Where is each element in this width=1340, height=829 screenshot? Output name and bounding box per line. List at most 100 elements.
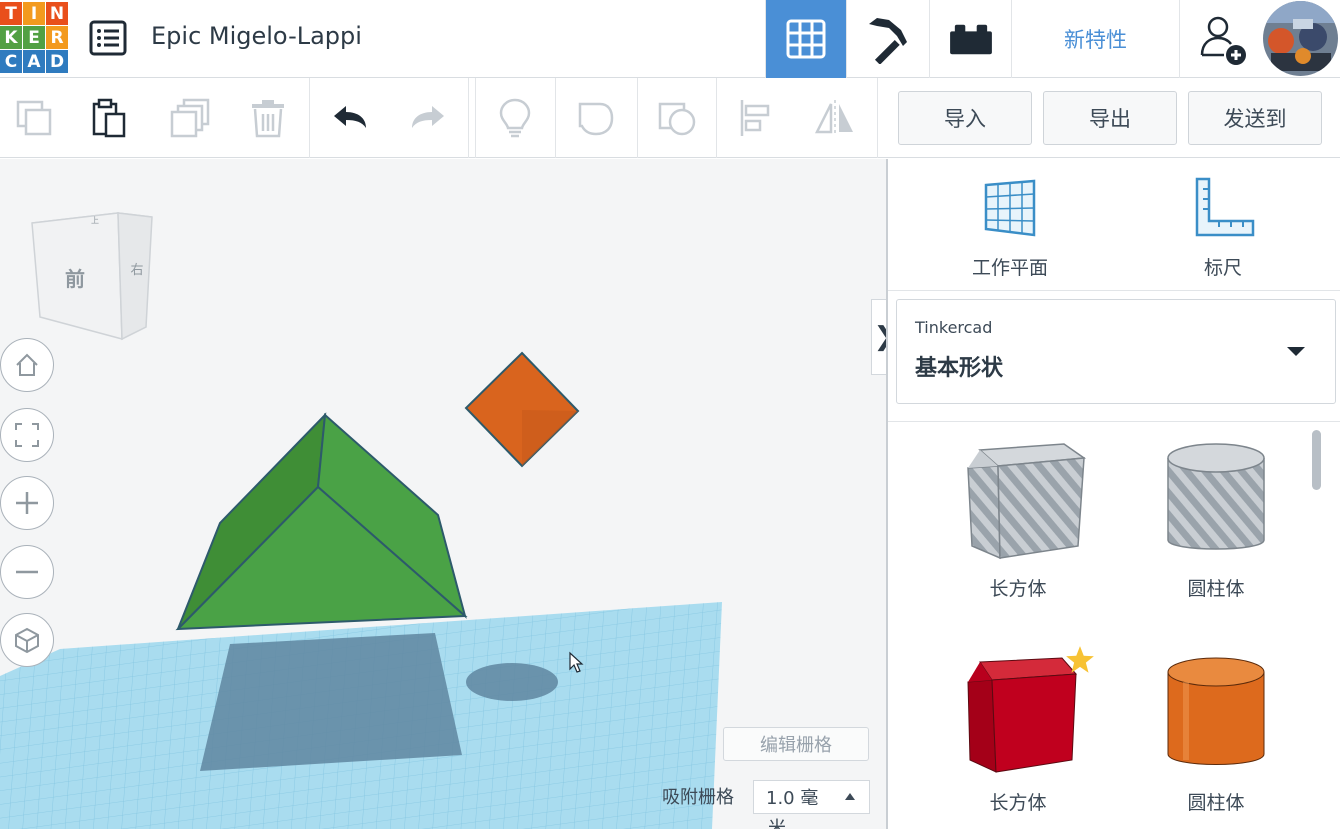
show-all-button[interactable] bbox=[485, 88, 545, 148]
view-cube-front-label: 前 bbox=[65, 267, 85, 291]
toolbar-separator bbox=[468, 78, 469, 158]
tab-bricks[interactable] bbox=[929, 0, 1011, 78]
export-button[interactable]: 导出 bbox=[1043, 91, 1177, 145]
toolbar-separator bbox=[475, 78, 476, 158]
chevron-down-icon bbox=[1287, 347, 1305, 356]
add-user-icon bbox=[1200, 16, 1246, 65]
copy-icon bbox=[16, 100, 52, 136]
toolbar-separator bbox=[716, 78, 717, 158]
shapes-scrollbar[interactable] bbox=[1312, 430, 1321, 490]
redo-button[interactable] bbox=[398, 88, 458, 148]
design-list-button[interactable] bbox=[88, 18, 128, 58]
view-cube-top-label: 上 bbox=[91, 216, 99, 225]
list-icon bbox=[89, 20, 127, 56]
delete-button[interactable] bbox=[238, 88, 298, 148]
align-icon bbox=[740, 100, 770, 136]
whats-new-button[interactable]: 新特性 bbox=[1011, 0, 1179, 78]
align-button[interactable] bbox=[726, 88, 786, 148]
logo-letter: R bbox=[46, 26, 68, 49]
logo-letter: K bbox=[0, 26, 22, 49]
tab-3d-design[interactable] bbox=[765, 0, 846, 78]
snap-grid-value: 1.0 毫 bbox=[766, 788, 819, 809]
duplicate-button[interactable] bbox=[160, 88, 220, 148]
shape-box-hole[interactable]: 长方体 bbox=[938, 428, 1098, 618]
workplane-label: 工作平面 bbox=[971, 257, 1048, 279]
panel-tools: 工作平面 标尺 bbox=[888, 159, 1340, 291]
toolbar-separator bbox=[637, 78, 638, 158]
edit-toolbar: 导入 导出 发送到 bbox=[0, 78, 1340, 158]
undo-icon bbox=[334, 106, 366, 128]
trash-icon bbox=[252, 100, 284, 138]
shape-cylinder-hole[interactable]: 圆柱体 bbox=[1136, 428, 1296, 618]
snap-grid-select[interactable]: 1.0 毫 bbox=[753, 780, 870, 814]
home-view-button[interactable] bbox=[0, 338, 54, 392]
zoom-out-button[interactable] bbox=[0, 545, 54, 599]
shape-box[interactable]: 长方体 bbox=[938, 642, 1098, 829]
library-name: 基本形状 bbox=[915, 356, 1004, 381]
undo-button[interactable] bbox=[320, 88, 380, 148]
caret-up-icon bbox=[845, 793, 855, 800]
paste-button[interactable] bbox=[78, 88, 138, 148]
brick-icon bbox=[949, 24, 992, 55]
shape-label: 长方体 bbox=[989, 578, 1047, 600]
favorite-star-icon[interactable] bbox=[1064, 644, 1096, 676]
mirror-button[interactable] bbox=[805, 88, 865, 148]
shape-label: 圆柱体 bbox=[1187, 578, 1245, 600]
fit-view-icon bbox=[15, 423, 39, 447]
edit-grid-button[interactable]: 编辑栅格 bbox=[723, 727, 869, 761]
workplane-tool[interactable]: 工作平面 bbox=[950, 177, 1070, 280]
ungroup-button[interactable] bbox=[646, 88, 706, 148]
logo-letter: A bbox=[23, 50, 45, 73]
logo-letter: D bbox=[46, 50, 68, 73]
snap-grid-label: 吸附栅格 bbox=[662, 787, 734, 808]
logo-letter: C bbox=[0, 50, 22, 73]
shape-cylinder[interactable]: 圆柱体 bbox=[1136, 642, 1296, 829]
user-avatar[interactable] bbox=[1263, 1, 1338, 76]
toolbar-separator bbox=[877, 78, 878, 158]
home-icon bbox=[16, 353, 38, 376]
shape-label: 圆柱体 bbox=[1187, 792, 1245, 814]
floating-box-shape[interactable] bbox=[464, 351, 580, 468]
roof-shadow bbox=[200, 633, 462, 771]
toolbar-separator bbox=[555, 78, 556, 158]
document-title[interactable]: Epic Migelo-Lappi bbox=[151, 22, 362, 50]
tab-blocks[interactable] bbox=[846, 0, 929, 78]
import-button[interactable]: 导入 bbox=[898, 91, 1032, 145]
shapes-panel: 工作平面 标尺 Tinkercad 基本形状 长方体 圆柱体 长方体 圆柱体 bbox=[886, 159, 1340, 829]
ruler-label: 标尺 bbox=[1203, 257, 1242, 279]
zoom-in-button[interactable] bbox=[0, 476, 54, 530]
shape-library-select[interactable]: Tinkercad 基本形状 bbox=[896, 299, 1336, 404]
view-cube-right-label: 右 bbox=[130, 263, 143, 278]
logo-letter: T bbox=[0, 2, 22, 25]
workplane-icon bbox=[984, 179, 1036, 237]
minus-icon bbox=[16, 570, 38, 574]
cube-view-icon bbox=[15, 627, 39, 654]
mirror-icon bbox=[814, 100, 853, 136]
send-to-button[interactable]: 发送到 bbox=[1188, 91, 1322, 145]
roof-shape[interactable] bbox=[175, 412, 468, 631]
group-button[interactable] bbox=[566, 88, 626, 148]
ruler-tool[interactable]: 标尺 bbox=[1163, 177, 1283, 280]
perspective-button[interactable] bbox=[0, 613, 54, 667]
fit-view-button[interactable] bbox=[0, 408, 54, 462]
duplicate-icon bbox=[170, 98, 210, 138]
clipboard-icon bbox=[92, 98, 126, 138]
toolbar-separator bbox=[309, 78, 310, 158]
logo-letter: I bbox=[23, 2, 45, 25]
invite-user-button[interactable] bbox=[1179, 0, 1263, 78]
cylinder-icon bbox=[1167, 657, 1265, 765]
view-cube[interactable]: 前 右 上 bbox=[31, 212, 153, 341]
box-shadow bbox=[466, 663, 558, 701]
logo-letter: E bbox=[23, 26, 45, 49]
top-bar: T I N K E R C A D Epic Migelo-Lappi 新特性 bbox=[0, 0, 1340, 78]
cylinder-hole-icon bbox=[1167, 443, 1265, 550]
lightbulb-icon bbox=[499, 98, 531, 138]
ruler-icon bbox=[1195, 177, 1255, 237]
tinkercad-logo[interactable]: T I N K E R C A D bbox=[0, 2, 68, 74]
pickaxe-icon bbox=[869, 18, 907, 64]
group-icon bbox=[578, 102, 614, 136]
grid-icon bbox=[786, 19, 826, 59]
shape-grid: 长方体 圆柱体 长方体 圆柱体 bbox=[888, 421, 1340, 829]
3d-viewport[interactable]: 前 右 上 编辑栅格 吸附栅格 1.0 毫 米 bbox=[0, 159, 886, 829]
copy-button[interactable] bbox=[4, 88, 64, 148]
